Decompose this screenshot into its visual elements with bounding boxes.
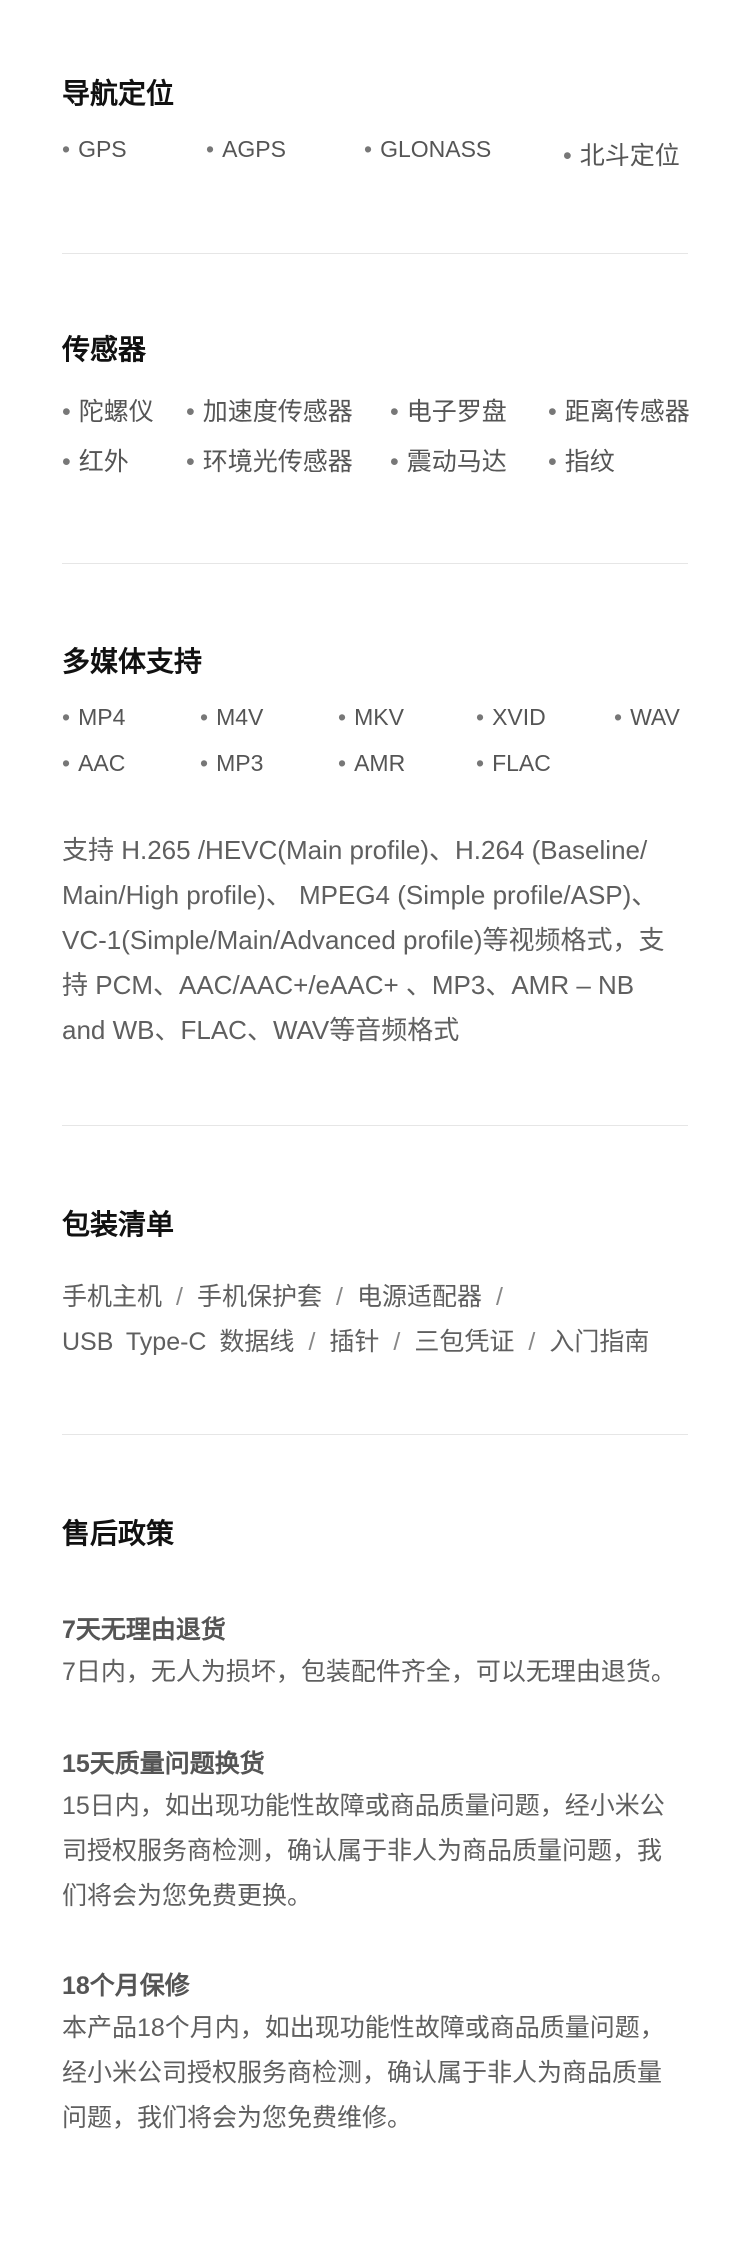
multimedia-section: 多媒体支持 MP4 M4V MKV XVID WAV AAC MP3 AMR F… — [62, 642, 688, 1045]
spec-page: 导航定位 GPS AGPS GLONASS 北斗定位 传感器 陀螺仪 加速度传感… — [0, 0, 750, 2261]
description-line: 支持 H.265 /HEVC(Main profile)、H.264 (Base… — [62, 835, 648, 865]
package-item: 三包凭证 — [414, 1328, 515, 1356]
separator: / — [335, 1283, 343, 1311]
separator: / — [176, 1283, 183, 1311]
format-item: MP4 — [62, 704, 125, 731]
after-sales-section: 售后政策 7天无理由退货 7日内，无人为损坏，包装配件齐全，可以无理由退货。 1… — [62, 1514, 688, 2132]
package-line: 手机主机 / 手机保护套 / 电源适配器 / — [62, 1275, 702, 1320]
sensor-item: 震动马达 — [390, 442, 507, 478]
after-sales-title: 售后政策 — [62, 1518, 175, 1549]
sensor-item: 加速度传感器 — [186, 392, 353, 428]
package-item: 插针 — [329, 1328, 380, 1356]
separator: / — [495, 1283, 503, 1311]
policy-heading: 15天质量问题换货 — [62, 1750, 265, 1778]
policy-line: 本产品18个月内，如出现功能性故障或商品质量问题， — [62, 2014, 665, 2042]
divider — [62, 253, 688, 254]
policy-heading: 7天无理由退货 — [62, 1616, 226, 1644]
package-item: 入门指南 — [549, 1328, 650, 1356]
separator: / — [528, 1328, 536, 1356]
package-title: 包装清单 — [62, 1209, 175, 1240]
policy-heading: 18个月保修 — [62, 1972, 190, 2000]
sensors-list: 陀螺仪 加速度传感器 电子罗盘 距离传感器 红外 环境光传感器 震动马达 指纹 — [62, 392, 690, 482]
multimedia-title: 多媒体支持 — [62, 646, 203, 677]
format-item: AMR — [338, 750, 405, 777]
separator: / — [393, 1328, 401, 1356]
format-item: FLAC — [476, 750, 551, 777]
package-item: 手机主机 — [62, 1283, 163, 1311]
policy-exchange: 15天质量问题换货 15日内，如出现功能性故障或商品质量问题，经小米公 司授权服… — [62, 1744, 702, 1919]
navigation-item: AGPS — [206, 136, 286, 163]
package-item: 电源适配器 — [356, 1283, 482, 1311]
policy-line: 司授权服务商检测，确认属于非人为商品质量问题，我 — [62, 1837, 663, 1865]
navigation-list: GPS AGPS GLONASS 北斗定位 — [62, 136, 688, 176]
policy-line: 们将会为您免费更换。 — [62, 1882, 313, 1910]
sensors-section: 传感器 陀螺仪 加速度传感器 电子罗盘 距离传感器 红外 环境光传感器 震动马达… — [62, 330, 690, 476]
description-line: 持 PCM、AAC/AAC+/eAAC+ 、MP3、AMR – NB — [62, 970, 635, 1000]
sensors-title: 传感器 — [62, 334, 147, 365]
format-item: MP3 — [200, 750, 263, 777]
navigation-title: 导航定位 — [62, 78, 175, 109]
description-line: and WB、FLAC、WAV等音频格式 — [62, 1015, 460, 1045]
separator: / — [308, 1328, 316, 1356]
sensor-item: 指纹 — [548, 442, 615, 478]
divider — [62, 563, 688, 564]
description-line: VC-1(Simple/Main/Advanced profile)等视频格式，… — [62, 925, 665, 955]
divider — [62, 1434, 688, 1435]
package-item: 手机保护套 — [196, 1283, 322, 1311]
package-line: USB Type-C 数据线 / 插针 / 三包凭证 / 入门指南 — [62, 1320, 702, 1365]
package-section: 包装清单 手机主机 / 手机保护套 / 电源适配器 / USB Type-C 数据线 / 插针… — [62, 1205, 688, 1356]
divider — [62, 1125, 688, 1126]
policy-warranty: 18个月保修 本产品18个月内，如出现功能性故障或商品质量问题， 经小米公司授权… — [62, 1966, 702, 2141]
sensor-item: 红外 — [62, 442, 129, 478]
multimedia-format-list: MP4 M4V MKV XVID WAV AAC MP3 AMR FLAC — [62, 704, 688, 794]
sensor-item: 电子罗盘 — [390, 392, 507, 428]
navigation-section: 导航定位 GPS AGPS GLONASS 北斗定位 — [62, 74, 688, 170]
sensor-item: 环境光传感器 — [186, 442, 353, 478]
format-item: WAV — [614, 704, 680, 731]
navigation-item: GLONASS — [364, 136, 491, 163]
policy-line: 问题，我们将会为您免费维修。 — [62, 2104, 413, 2132]
policy-line: 15日内，如出现功能性故障或商品质量问题，经小米公 — [62, 1792, 665, 1820]
multimedia-description: 支持 H.265 /HEVC(Main profile)、H.264 (Base… — [62, 828, 702, 1053]
navigation-item: 北斗定位 — [563, 136, 680, 172]
policy-return: 7天无理由退货 7日内，无人为损坏，包装配件齐全，可以无理由退货。 — [62, 1610, 702, 1695]
description-line: Main/High profile)、 MPEG4 (Simple profil… — [62, 880, 658, 910]
format-item: M4V — [200, 704, 263, 731]
sensor-item: 陀螺仪 — [62, 392, 154, 428]
navigation-item: GPS — [62, 136, 127, 163]
policy-line: 7日内，无人为损坏，包装配件齐全，可以无理由退货。 — [62, 1658, 676, 1686]
policy-line: 经小米公司授权服务商检测，确认属于非人为商品质量 — [62, 2059, 663, 2087]
package-item: USB Type-C 数据线 — [62, 1328, 295, 1356]
package-list: 手机主机 / 手机保护套 / 电源适配器 / USB Type-C 数据线 / 插针 / 三包凭证… — [62, 1275, 702, 1365]
format-item: AAC — [62, 750, 125, 777]
format-item: XVID — [476, 704, 546, 731]
format-item: MKV — [338, 704, 404, 731]
sensor-item: 距离传感器 — [548, 392, 690, 428]
